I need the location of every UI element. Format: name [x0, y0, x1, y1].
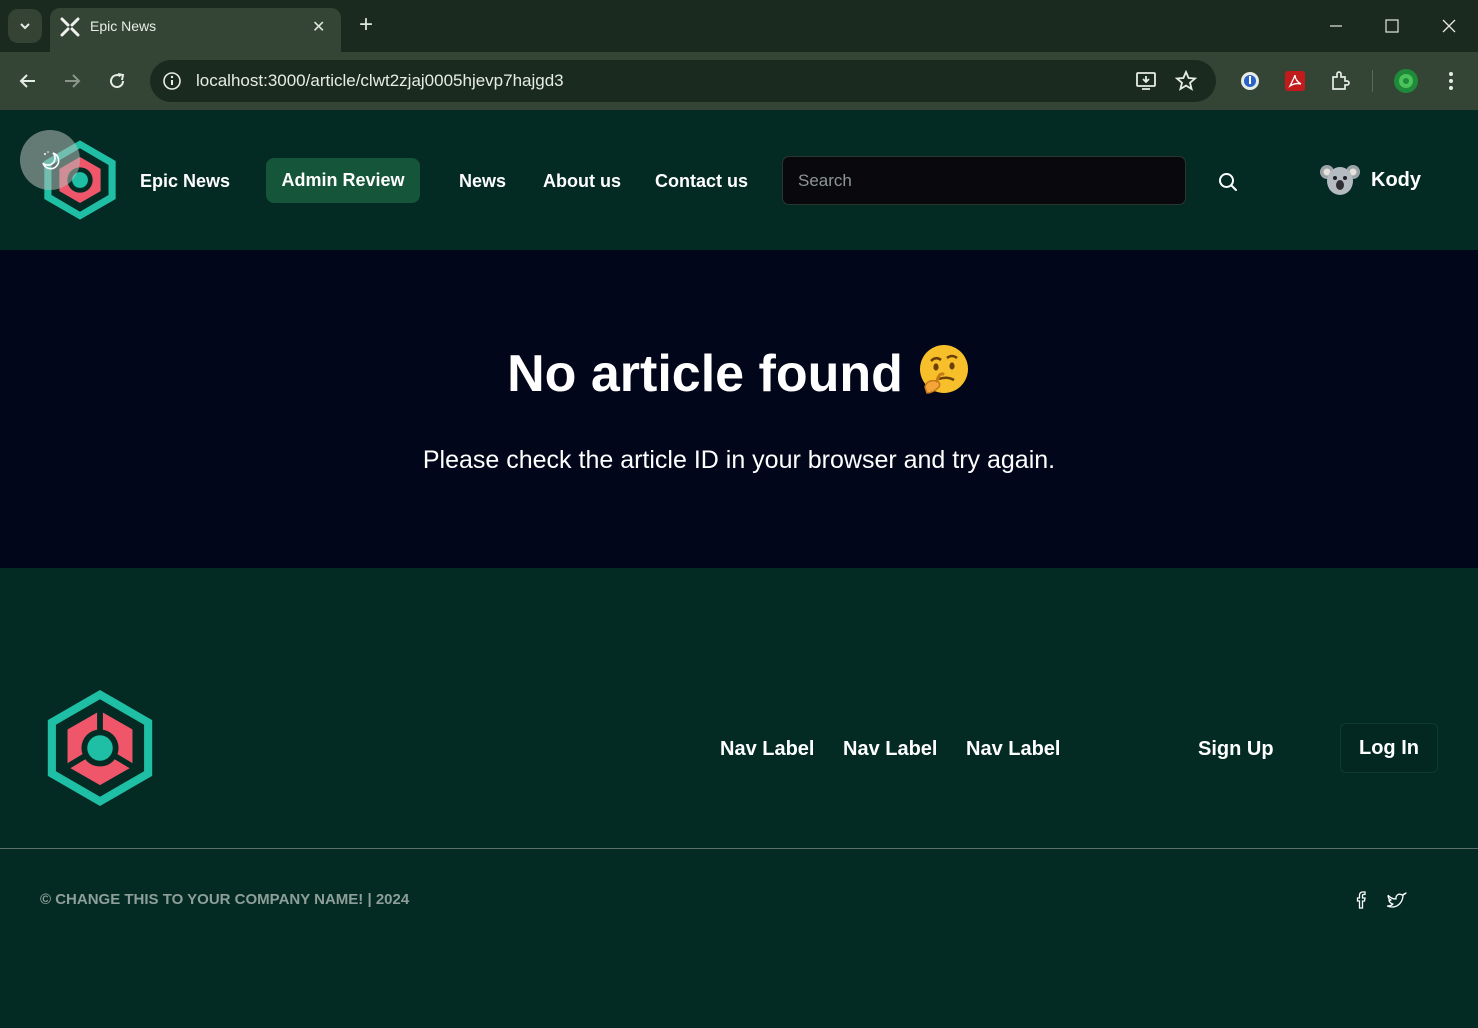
tab-dropdown-icon[interactable] [8, 9, 42, 43]
site-info-icon[interactable] [162, 71, 182, 91]
pdf-extension-icon[interactable] [1282, 68, 1308, 94]
page-title-text: No article found [507, 345, 903, 403]
site-footer: Nav Label Nav Label Nav Label Sign Up Lo… [0, 568, 1478, 1028]
admin-review-button[interactable]: Admin Review [266, 158, 420, 203]
site-header: Epic News Admin Review News About us Con… [0, 110, 1478, 250]
address-bar[interactable]: localhost:3000/article/clwt2zjaj0005hjev… [150, 60, 1216, 102]
nav-link-about[interactable]: About us [543, 171, 621, 192]
reload-icon[interactable] [102, 66, 132, 96]
back-icon[interactable] [13, 66, 43, 96]
bookmark-star-icon[interactable] [1175, 70, 1197, 92]
nav-link-contact[interactable]: Contact us [655, 171, 748, 192]
search-icon[interactable] [1214, 168, 1242, 196]
password-manager-icon[interactable] [1237, 68, 1263, 94]
tab-title: Epic News [90, 18, 157, 34]
error-message: Please check the article ID in your brow… [422, 446, 1056, 474]
sign-up-link[interactable]: Sign Up [1198, 738, 1274, 761]
window-close-icon[interactable] [1437, 14, 1461, 38]
profile-icon[interactable] [1393, 68, 1419, 94]
user-name: Kody [1371, 168, 1421, 191]
moon-icon [42, 151, 60, 170]
toolbar-separator [1372, 70, 1373, 92]
brand-name[interactable]: Epic News [140, 171, 230, 192]
new-tab-icon[interactable]: + [352, 10, 380, 40]
install-app-icon[interactable] [1135, 70, 1157, 92]
footer-logo-icon[interactable] [42, 686, 158, 810]
thinking-face-icon [919, 345, 968, 394]
search-input[interactable] [782, 156, 1186, 205]
epic-stack-favicon-icon [60, 17, 80, 37]
browser-toolbar: localhost:3000/article/clwt2zjaj0005hjev… [0, 52, 1478, 110]
footer-divider [0, 848, 1478, 849]
twitter-icon[interactable] [1385, 888, 1409, 912]
user-menu[interactable]: Kody [1320, 162, 1421, 198]
avatar [1320, 165, 1360, 195]
menu-icon[interactable] [1438, 68, 1464, 94]
footer-nav-link[interactable]: Nav Label [843, 738, 937, 761]
url-text: localhost:3000/article/clwt2zjaj0005hjev… [196, 71, 564, 90]
facebook-icon[interactable] [1350, 888, 1374, 912]
extensions-icon[interactable] [1327, 68, 1353, 94]
nav-link-news[interactable]: News [459, 171, 506, 192]
tab-close-icon[interactable]: ✕ [312, 17, 325, 37]
maximize-icon[interactable] [1380, 14, 1404, 38]
page-title: No article found [0, 343, 1478, 404]
minimize-icon[interactable] [1324, 14, 1348, 38]
browser-tab[interactable]: Epic News ✕ [50, 8, 341, 52]
theme-toggle-button[interactable] [20, 130, 80, 190]
browser-tab-bar: Epic News ✕ + [0, 0, 1478, 52]
main-content: No article found Please check the articl… [0, 250, 1478, 568]
footer-nav-link[interactable]: Nav Label [720, 738, 814, 761]
forward-icon[interactable] [57, 66, 87, 96]
copyright-text: © CHANGE THIS TO YOUR COMPANY NAME! | 20… [40, 891, 410, 908]
footer-nav-link[interactable]: Nav Label [966, 738, 1060, 761]
log-in-button[interactable]: Log In [1340, 723, 1438, 773]
